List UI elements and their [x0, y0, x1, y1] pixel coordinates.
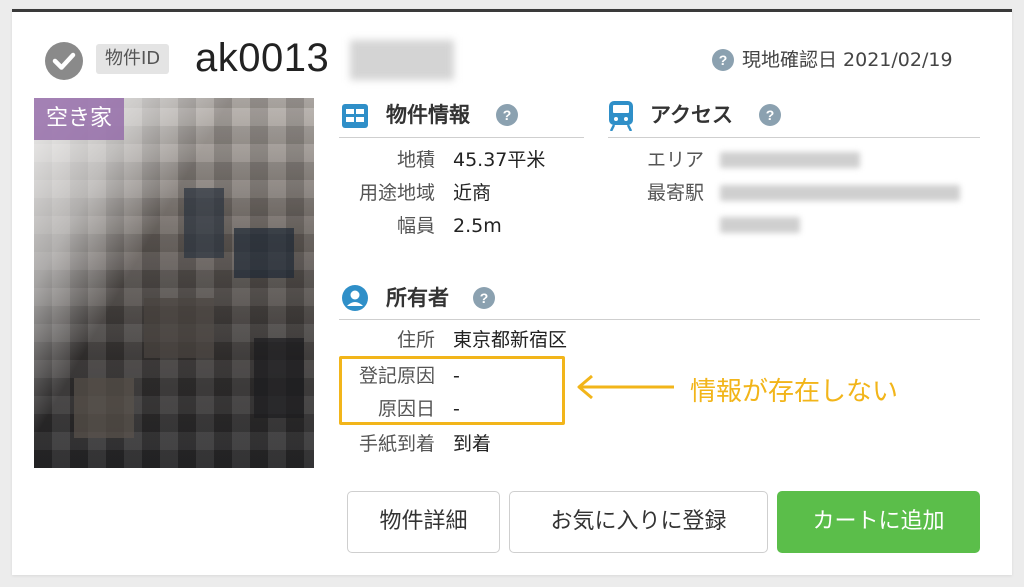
station-value-redacted — [720, 185, 960, 201]
help-icon[interactable]: ? — [759, 104, 781, 126]
divider — [339, 319, 980, 320]
station-label: 最寄駅 — [646, 182, 704, 204]
divider — [608, 137, 980, 138]
area-value-redacted — [720, 152, 860, 168]
property-id-redacted — [350, 40, 454, 80]
row-label: 用途地域 — [358, 182, 435, 204]
divider — [339, 137, 584, 138]
row-label: 住所 — [396, 329, 435, 351]
property-card: 物件ID ak0013 ? 現地確認日 2021/02/19 空き家 物件情報 … — [12, 9, 1012, 575]
station-value-redacted — [720, 217, 800, 233]
property-info-title: 物件情報 — [386, 103, 470, 127]
row-value: 45.37平米 — [453, 149, 546, 171]
vacant-house-tag: 空き家 — [34, 98, 125, 140]
area-label: エリア — [646, 149, 704, 171]
missing-info-note: 情報が存在しない — [690, 377, 899, 407]
access-title: アクセス — [650, 103, 733, 127]
property-id-badge: 物件ID — [96, 44, 170, 74]
row-label: 手紙到着 — [358, 433, 435, 455]
detail-button[interactable]: 物件詳細 — [347, 491, 500, 553]
check-icon[interactable] — [45, 42, 83, 80]
owner-title: 所有者 — [386, 286, 449, 310]
row-value: 近商 — [453, 182, 492, 204]
property-id: ak0013 — [195, 36, 330, 80]
row-value: 2.5m — [453, 215, 502, 237]
arrow-left-icon — [577, 374, 674, 400]
help-icon[interactable]: ? — [712, 49, 734, 71]
property-photo[interactable] — [34, 98, 314, 468]
row-label: 幅員 — [396, 215, 435, 237]
survey-date: 現地確認日 2021/02/19 — [742, 49, 953, 71]
help-icon[interactable]: ? — [473, 287, 495, 309]
favorite-button[interactable]: お気に入りに登録 — [509, 491, 768, 553]
row-value: 東京都新宿区 — [453, 329, 568, 351]
missing-info-highlight — [339, 356, 565, 425]
row-label: 地積 — [396, 149, 435, 171]
train-icon — [609, 101, 633, 131]
user-circle-icon — [342, 285, 368, 311]
row-value: 到着 — [453, 433, 492, 455]
grid-icon — [342, 104, 368, 128]
help-icon[interactable]: ? — [496, 104, 518, 126]
add-to-cart-button[interactable]: カートに追加 — [777, 491, 980, 553]
